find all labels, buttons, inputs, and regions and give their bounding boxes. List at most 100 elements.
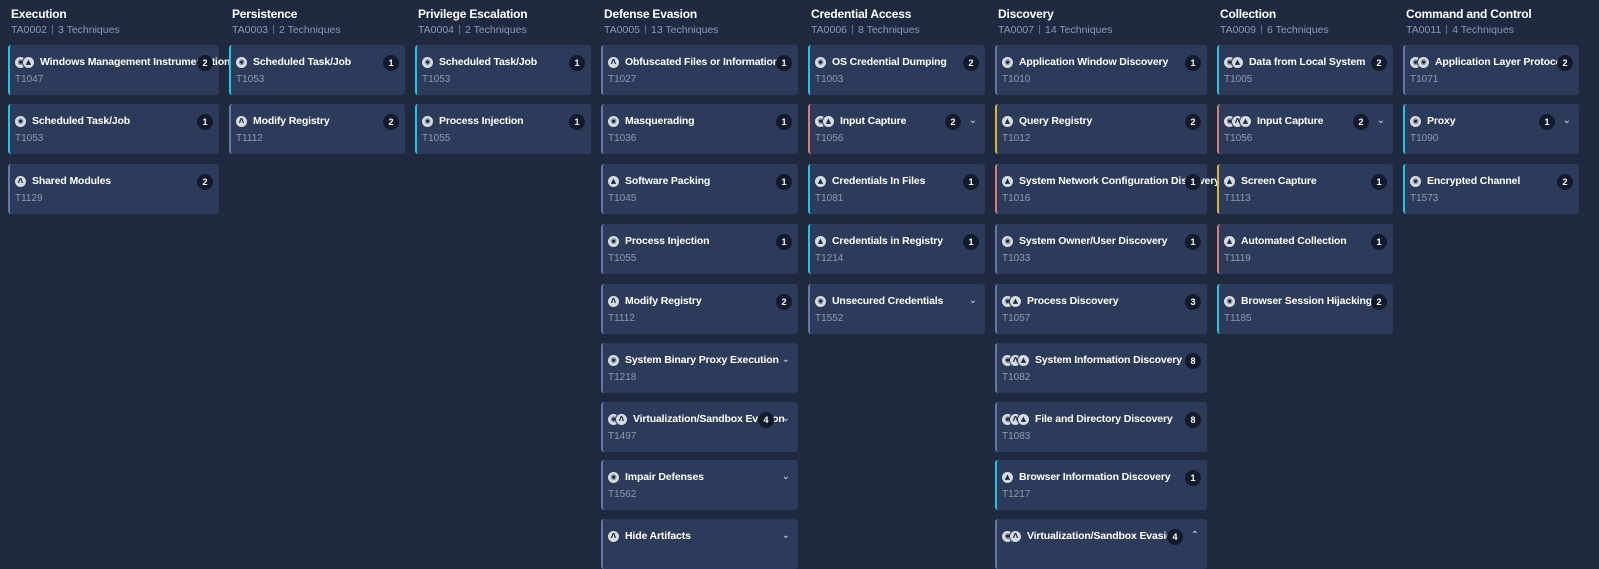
chevron-down-icon[interactable]: ⌄ — [1377, 114, 1385, 128]
technique-card-scheduled-task-job[interactable]: ◉ Scheduled Task/Job T1053 1 — [415, 45, 591, 95]
technique-id: T1552 — [815, 313, 844, 324]
macos-icon: Λ — [608, 57, 619, 68]
technique-name: Modify Registry — [253, 115, 330, 127]
chevron-down-icon[interactable]: ⌄ — [782, 529, 790, 543]
macos-icon: Λ — [608, 531, 619, 542]
technique-id: T1003 — [815, 74, 844, 85]
platform-icons: ◉ ▲ — [1224, 57, 1243, 68]
technique-card-obfuscated-files-or-information[interactable]: Λ Obfuscated Files or Information T1027 1 — [601, 45, 798, 95]
technique-card-hide-artifacts[interactable]: Λ Hide Artifacts ⌄ — [601, 519, 798, 569]
technique-name: Process Discovery — [1027, 295, 1119, 307]
linux-icon: ▲ — [1010, 296, 1021, 307]
technique-card-screen-capture[interactable]: ▲ Screen Capture T1113 1 — [1217, 164, 1393, 214]
technique-card-unsecured-credentials[interactable]: ◉ Unsecured Credentials T1552 ⌄ — [808, 284, 985, 334]
tactic-meta: TA0007 14 Techniques — [998, 24, 1113, 36]
technique-card-system-network-configuration-discovery[interactable]: ▲ System Network Configuration Discovery T… — [995, 164, 1220, 214]
sub-technique-count-badge: 2 — [197, 174, 213, 190]
technique-card-system-binary-proxy-execution[interactable]: ◉ System Binary Proxy Execution T1218 ⌄ — [601, 343, 798, 393]
technique-id: T1047 — [15, 74, 44, 85]
technique-name: Proxy — [1427, 115, 1456, 127]
technique-card-system-owner-user-discovery[interactable]: ◉ System Owner/User Discovery T1033 1 — [995, 224, 1207, 274]
technique-id: T1053 — [15, 133, 44, 144]
macos-icon: Λ — [15, 176, 26, 187]
macos-icon: Λ — [608, 296, 619, 307]
tactic-title[interactable]: Execution — [11, 7, 120, 21]
chevron-down-icon[interactable]: ⌄ — [969, 294, 977, 308]
tactic-title[interactable]: Persistence — [232, 7, 341, 21]
platform-icons: ◉ — [608, 116, 619, 127]
technique-card-virtualization-sandbox-evasion[interactable]: ◉ Λ Virtualization/Sandbox Evasion 4 ⌃ — [995, 519, 1207, 569]
technique-card-windows-management-instrumentation[interactable]: ◉ ▲ Windows Management Instrumentation T104… — [8, 45, 230, 95]
technique-id: T1573 — [1410, 193, 1439, 204]
tactic-title[interactable]: Command and Control — [1406, 7, 1532, 21]
technique-card-shared-modules[interactable]: Λ Shared Modules T1129 2 — [8, 164, 219, 214]
technique-card-application-layer-protocol[interactable]: ◉ ◉ Application Layer Protocol T1071 2 — [1403, 45, 1579, 95]
technique-card-credentials-in-files[interactable]: ▲ Credentials In Files T1081 1 — [808, 164, 985, 214]
technique-card-system-information-discovery[interactable]: ◉ Λ ▲ System Information Discovery T1082 8 — [995, 343, 1207, 393]
technique-name: Browser Information Discovery — [1019, 471, 1171, 483]
platform-icons: ◉ — [608, 472, 619, 483]
technique-card-modify-registry[interactable]: Λ Modify Registry T1112 2 — [601, 284, 798, 334]
tactic-id: TA0007 — [998, 24, 1034, 36]
technique-card-process-injection[interactable]: ◉ Process Injection T1055 1 — [415, 104, 591, 154]
tactic-title[interactable]: Collection — [1220, 7, 1329, 21]
technique-card-virtualization-sandbox-evasion[interactable]: ◉ Λ Virtualization/Sandbox Evasion T1497 4 ⌄ — [601, 402, 798, 452]
sub-technique-count-badge: 1 — [1371, 234, 1387, 250]
technique-card-masquerading[interactable]: ◉ Masquerading T1036 1 — [601, 104, 798, 154]
technique-card-credentials-in-registry[interactable]: ▲ Credentials in Registry T1214 1 — [808, 224, 985, 274]
platform-icons: ◉ Λ ▲ — [1002, 355, 1029, 366]
tactic-title[interactable]: Privilege Escalation — [418, 7, 528, 21]
technique-name: Input Capture — [840, 115, 907, 127]
sub-technique-count-badge: 1 — [776, 234, 792, 250]
technique-id: T1016 — [1002, 193, 1031, 204]
technique-id: T1083 — [1002, 431, 1031, 442]
technique-id: T1056 — [815, 133, 844, 144]
tactic-title[interactable]: Discovery — [998, 7, 1113, 21]
tactic-meta: TA0002 3 Techniques — [11, 24, 120, 36]
technique-id: T1214 — [815, 253, 844, 264]
tactic-title[interactable]: Credential Access — [811, 7, 920, 21]
tactic-header: Execution TA0002 3 Techniques — [11, 7, 120, 36]
chevron-up-icon[interactable]: ⌃ — [1191, 529, 1199, 543]
technique-card-modify-registry[interactable]: Λ Modify Registry T1112 2 — [229, 104, 405, 154]
platform-icons: ▲ — [1002, 176, 1013, 187]
technique-card-software-packing[interactable]: ▲ Software Packing T1045 1 — [601, 164, 798, 214]
technique-card-os-credential-dumping[interactable]: ◉ OS Credential Dumping T1003 2 — [808, 45, 985, 95]
tactic-header: Privilege Escalation TA0004 2 Techniques — [418, 7, 528, 36]
tactic-title[interactable]: Defense Evasion — [604, 7, 719, 21]
technique-id: T1053 — [422, 74, 451, 85]
technique-name: Virtualization/Sandbox Evasion — [1027, 530, 1179, 542]
technique-card-browser-session-hijacking[interactable]: ◉ Browser Session Hijacking T1185 2 — [1217, 284, 1393, 334]
technique-card-proxy[interactable]: ◉ Proxy T1090 1 ⌄ — [1403, 104, 1579, 154]
technique-card-process-injection[interactable]: ◉ Process Injection T1055 1 — [601, 224, 798, 274]
technique-card-process-discovery[interactable]: ◉ ▲ Process Discovery T1057 3 — [995, 284, 1207, 334]
technique-count: 6 Techniques — [1267, 24, 1329, 36]
sub-technique-count-badge: 1 — [776, 55, 792, 71]
technique-card-scheduled-task-job[interactable]: ◉ Scheduled Task/Job T1053 1 — [8, 104, 219, 154]
technique-card-input-capture[interactable]: ◉ ▲ Input Capture T1056 2 ⌄ — [808, 104, 985, 154]
technique-card-file-and-directory-discovery[interactable]: ◉ Λ ▲ File and Directory Discovery T1083 8 — [995, 402, 1207, 452]
tactic-meta: TA0011 4 Techniques — [1406, 24, 1532, 36]
platform-icons: ◉ ▲ — [1002, 296, 1021, 307]
sub-technique-count-badge: 1 — [569, 55, 585, 71]
chevron-down-icon[interactable]: ⌄ — [969, 114, 977, 128]
linux-icon: ▲ — [1232, 57, 1243, 68]
technique-card-browser-information-discovery[interactable]: ▲ Browser Information Discovery T1217 1 — [995, 460, 1207, 510]
technique-name: Browser Session Hijacking — [1241, 295, 1373, 307]
chevron-down-icon[interactable]: ⌄ — [782, 412, 790, 426]
sub-technique-count-badge: 2 — [383, 114, 399, 130]
technique-card-input-capture[interactable]: ◉ Λ ▲ Input Capture T1056 2 ⌄ — [1217, 104, 1393, 154]
technique-card-scheduled-task-job[interactable]: ◉ Scheduled Task/Job T1053 1 — [229, 45, 405, 95]
technique-card-impair-defenses[interactable]: ◉ Impair Defenses T1562 ⌄ — [601, 460, 798, 510]
technique-card-query-registry[interactable]: ▲ Query Registry T1012 2 — [995, 104, 1207, 154]
chevron-down-icon[interactable]: ⌄ — [782, 353, 790, 367]
platform-icons: Λ — [236, 116, 247, 127]
technique-card-automated-collection[interactable]: ▲ Automated Collection T1119 1 — [1217, 224, 1393, 274]
chevron-down-icon[interactable]: ⌄ — [1563, 114, 1571, 128]
technique-card-encrypted-channel[interactable]: ◉ Encrypted Channel T1573 2 — [1403, 164, 1579, 214]
chevron-down-icon[interactable]: ⌄ — [782, 470, 790, 484]
technique-card-application-window-discovery[interactable]: ◉ Application Window Discovery T1010 1 — [995, 45, 1207, 95]
technique-card-data-from-local-system[interactable]: ◉ ▲ Data from Local System T1005 2 — [1217, 45, 1393, 95]
technique-name: File and Directory Discovery — [1035, 413, 1173, 425]
platform-icons: ▲ — [608, 176, 619, 187]
